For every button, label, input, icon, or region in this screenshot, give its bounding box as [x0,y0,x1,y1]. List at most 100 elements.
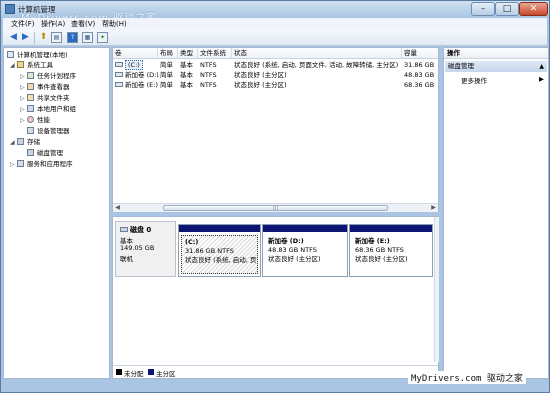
menu-file[interactable]: 文件(F) [11,19,35,29]
tree-item-shared-folders[interactable]: ▷ 共享文件夹 [20,93,70,103]
menu-bar: 文件(F) 操作(A) 查看(V) 帮助(H) [3,18,547,30]
expand-arrow-icon[interactable]: ▷ [10,160,17,170]
disk-state: 联机 [120,255,133,263]
volume-capacity: 31.86 GB [404,61,435,69]
properties-icon[interactable]: ▦ [82,32,93,43]
partition-d[interactable]: 新加卷 (D:) 48.83 GB NTFS 状态良好 (主分区) [262,224,348,277]
storage-icon [17,138,24,145]
volume-name: 新加卷 (D:) [125,71,158,79]
up-folder-icon[interactable]: ⬆ [38,32,49,43]
volume-type: 基本 [180,71,193,79]
clock-icon [27,72,34,79]
volume-filesystem: NTFS [200,81,217,89]
menu-action[interactable]: 操作(A) [41,19,65,29]
partition-size: 48.83 GB NTFS [268,246,317,254]
more-actions-link[interactable]: 更多操作 [461,75,487,85]
maximize-button[interactable]: □ [495,2,519,16]
tree-item-event-viewer[interactable]: ▷ 事件查看器 [20,82,70,92]
forward-arrow-icon[interactable]: ▶ [20,32,31,43]
volume-name: 新加卷 (E:) [125,81,158,89]
volume-status: 状态良好 (系统, 启动, 页面文件, 活动, 故障转储, 主分区) [234,61,399,69]
legend-swatch-primary [148,369,154,375]
tree-item-disk-management[interactable]: 磁盘管理 [27,148,63,158]
expand-arrow-icon[interactable]: ▷ [20,94,27,104]
column-header-type[interactable]: 类型 [178,48,198,59]
drive-icon [115,62,123,67]
partition-c[interactable]: (C:) 31.86 GB NTFS 状态良好 (系统, 启动, 页面 [178,224,261,277]
expand-arrow-icon[interactable]: ▷ [20,83,27,93]
column-header-filesystem[interactable]: 文件系统 [198,48,232,59]
volume-capacity: 68.36 GB [404,81,435,89]
partition-status: 状态良好 (主分区) [268,255,321,263]
help-icon[interactable]: ? [67,32,78,43]
tree-item-task-scheduler[interactable]: ▷ 任务计划程序 [20,71,76,81]
minimize-button[interactable]: – [471,2,495,16]
tree-item-performance[interactable]: ▷ 性能 [20,115,50,125]
event-log-icon [27,83,34,90]
computer-management-window: 计算机管理 MyDrivers.com 驱动之家 – □ ✕ 文件(F) 操作(… [0,0,550,393]
disk-type: 基本 [120,237,133,245]
column-header-status[interactable]: 状态 [232,48,402,59]
computer-icon [7,51,14,58]
scroll-left-icon[interactable]: ◀ [113,204,122,212]
disk-management-icon [27,149,34,156]
toolbar: ◀ ▶ ⬆ ▤ ? ▦ ✦ [3,30,547,46]
drive-icon [115,82,123,87]
tree-item-storage[interactable]: ◢ 存储 [10,137,40,147]
volume-type: 基本 [180,81,193,89]
volume-status: 状态良好 (主分区) [234,81,287,89]
volume-layout: 简单 [160,61,173,69]
menu-view[interactable]: 查看(V) [71,19,95,29]
show-hide-tree-icon[interactable]: ▤ [51,32,62,43]
partition-e[interactable]: 新加卷 (E:) 68.36 GB NTFS 状态良好 (主分区) [349,224,433,277]
horizontal-scrollbar[interactable]: ◀ ||| ▶ [113,203,438,212]
close-button[interactable]: ✕ [519,2,548,16]
partition-name: 新加卷 (D:) [268,237,304,245]
expand-arrow-icon[interactable]: ▷ [20,116,27,126]
users-icon [27,105,34,112]
expand-arrow-icon[interactable]: ▷ [20,105,27,115]
column-header-volume[interactable]: 卷 [113,48,158,59]
volume-filesystem: NTFS [200,61,217,69]
menu-help[interactable]: 帮助(H) [102,19,127,29]
device-manager-icon [27,127,34,134]
volume-layout: 简单 [160,81,173,89]
disk-info-box[interactable]: 磁盘 0 基本 149.05 GB 联机 [115,221,176,277]
column-header-capacity[interactable]: 容量 [402,48,438,59]
drive-icon [115,72,123,77]
back-arrow-icon[interactable]: ◀ [8,32,19,43]
volume-type: 基本 [180,61,193,69]
collapse-up-icon[interactable]: ▲ [539,61,544,72]
performance-icon [27,116,34,123]
tree-item-local-users[interactable]: ▷ 本地用户和组 [20,104,76,114]
tree-item-device-manager[interactable]: 设备管理器 [27,126,70,136]
collapse-arrow-icon[interactable]: ◢ [10,138,17,148]
vertical-scrollbar[interactable] [434,217,439,362]
wizard-icon[interactable]: ✦ [97,32,108,43]
collapse-arrow-icon[interactable]: ◢ [10,61,17,71]
partition-size: 68.36 GB NTFS [355,246,404,254]
app-icon [5,4,15,14]
partition-size: 31.86 GB NTFS [185,247,234,255]
expand-arrow-icon[interactable]: ▷ [20,72,27,82]
title-bar[interactable]: 计算机管理 MyDrivers.com 驱动之家 – □ ✕ [1,1,549,24]
actions-header: 操作 [444,48,548,59]
table-row[interactable]: 新加卷 (E:) 简单 基本 NTFS 状态良好 (主分区) 68.36 GB [113,80,438,90]
tree-item-root[interactable]: 计算机管理(本地) [7,50,68,60]
volume-layout: 简单 [160,71,173,79]
table-row[interactable]: 新加卷 (D:) 简单 基本 NTFS 状态良好 (主分区) 48.83 GB [113,70,438,80]
actions-section-disk-management[interactable]: 磁盘管理 ▲ [445,61,547,72]
partition-legend: 未分配 主分区 [113,365,438,378]
legend-label-unallocated: 未分配 [124,370,144,378]
table-row[interactable]: (C:) 简单 基本 NTFS 状态良好 (系统, 启动, 页面文件, 活动, … [113,60,438,70]
submenu-arrow-icon[interactable]: ▶ [539,75,544,83]
folder-icon [27,94,34,101]
tree-item-system-tools[interactable]: ◢ 系统工具 [10,60,53,70]
column-header-layout[interactable]: 布局 [158,48,178,59]
volume-list-header: 卷 布局 类型 文件系统 状态 容量 [113,48,438,59]
volume-status: 状态良好 (主分区) [234,71,287,79]
tree-item-services-apps[interactable]: ▷ 服务和应用程序 [10,159,73,169]
scrollbar-thumb[interactable]: ||| [163,205,388,211]
legend-swatch-unallocated [116,369,122,375]
scroll-right-icon[interactable]: ▶ [429,204,438,212]
